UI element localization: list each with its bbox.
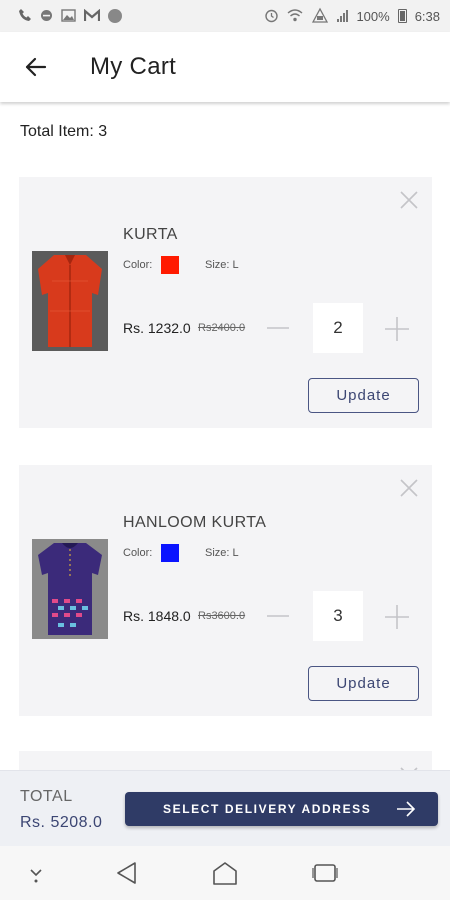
size-label: Size: L xyxy=(205,259,239,271)
plus-icon xyxy=(385,605,409,629)
product-name[interactable]: KURTA xyxy=(123,226,178,244)
update-button[interactable]: Update xyxy=(308,378,419,413)
select-delivery-address-label: SELECT DELIVERY ADDRESS xyxy=(163,802,372,816)
update-button[interactable]: Update xyxy=(308,666,419,701)
select-delivery-address-button[interactable]: SELECT DELIVERY ADDRESS xyxy=(125,792,438,826)
increase-quantity-button[interactable] xyxy=(385,317,409,341)
no-sync-icon xyxy=(40,9,53,24)
image-icon xyxy=(61,8,76,24)
status-system: 100% 6:38 xyxy=(264,7,440,25)
product-price: Rs. 1848.0 xyxy=(123,608,191,624)
recents-icon xyxy=(312,864,338,882)
battery-icon xyxy=(397,9,407,23)
total-items-count: Total Item: 3 xyxy=(20,123,108,140)
product-image[interactable] xyxy=(32,251,108,351)
close-icon xyxy=(400,479,418,497)
app-notification-icon xyxy=(108,9,122,23)
signal-icon xyxy=(337,10,349,22)
decrease-quantity-button[interactable] xyxy=(267,317,289,339)
remove-item-button[interactable] xyxy=(398,189,420,211)
total-label: TOTAL xyxy=(20,788,73,805)
remove-item-button[interactable] xyxy=(398,477,420,499)
plus-icon xyxy=(385,317,409,341)
minus-icon xyxy=(267,327,289,329)
close-icon xyxy=(400,191,418,209)
battery-percent: 100% xyxy=(356,8,390,24)
product-image[interactable] xyxy=(32,539,108,639)
alarm-icon xyxy=(264,8,279,25)
volte-icon xyxy=(311,7,329,25)
page-title: My Cart xyxy=(90,53,177,80)
size-label: Size: L xyxy=(205,547,239,559)
increase-quantity-button[interactable] xyxy=(385,605,409,629)
total-amount: Rs. 5208.0 xyxy=(20,814,103,831)
phone-icon xyxy=(18,8,32,24)
quantity-value[interactable]: 3 xyxy=(313,591,363,641)
back-nav-button[interactable] xyxy=(113,860,141,886)
cart-item-card: KURTA Color: Size: L Rs. 1232.0 Rs2400.0… xyxy=(19,177,432,428)
cart-item-card: HANLOOM KURTA Color: Size: L Rs. 1848.0 … xyxy=(19,465,432,716)
back-button[interactable] xyxy=(18,49,54,85)
color-label: Color: xyxy=(123,259,153,271)
color-swatch xyxy=(161,544,179,562)
product-name[interactable]: HANLOOM KURTA xyxy=(123,514,266,532)
clock-time: 6:38 xyxy=(414,8,440,24)
color-swatch xyxy=(161,256,179,274)
original-price: Rs3600.0 xyxy=(198,610,246,622)
home-icon xyxy=(213,862,237,885)
arrow-right-icon xyxy=(397,801,416,817)
gmail-icon xyxy=(83,8,101,24)
chevron-down-icon xyxy=(30,869,42,883)
checkout-bar: TOTAL Rs. 5208.0 SELECT DELIVERY ADDRESS xyxy=(0,770,450,846)
original-price: Rs2400.0 xyxy=(198,322,246,334)
home-nav-button[interactable] xyxy=(211,860,239,886)
app-header: My Cart xyxy=(0,32,450,102)
hide-nav-button[interactable] xyxy=(22,860,50,886)
color-label: Color: xyxy=(123,547,153,559)
triangle-back-icon xyxy=(117,862,136,884)
quantity-value[interactable]: 2 xyxy=(313,303,363,353)
system-nav-bar xyxy=(0,846,450,900)
wifi-icon xyxy=(287,8,303,24)
arrow-left-icon xyxy=(25,57,47,77)
product-price: Rs. 1232.0 xyxy=(123,320,191,336)
status-notifications xyxy=(18,8,122,24)
status-bar: 100% 6:38 xyxy=(0,0,450,32)
recents-nav-button[interactable] xyxy=(311,860,339,886)
minus-icon xyxy=(267,615,289,617)
decrease-quantity-button[interactable] xyxy=(267,605,289,627)
